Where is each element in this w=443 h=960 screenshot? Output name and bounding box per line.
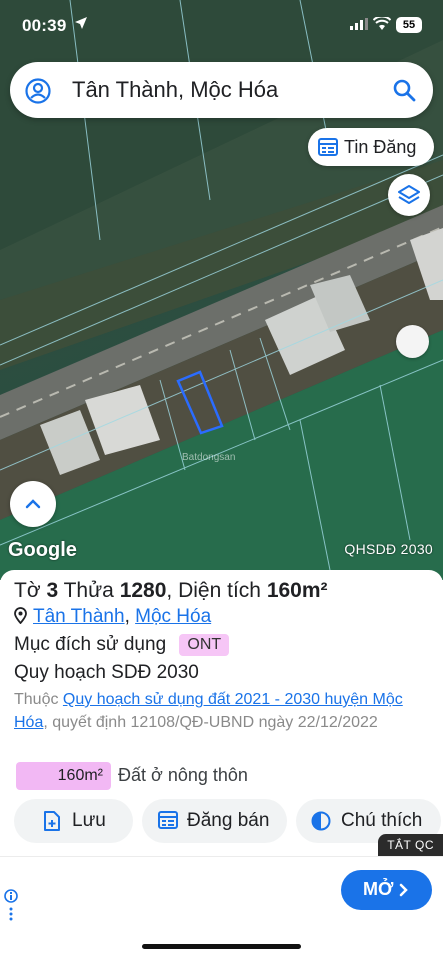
- location-pin-icon: [14, 607, 27, 624]
- account-icon[interactable]: [25, 78, 51, 104]
- layers-button[interactable]: [388, 174, 430, 216]
- legend-label: Chú thích: [341, 810, 423, 831]
- legend-swatch: 160m²: [16, 762, 111, 790]
- land-use-badge: ONT: [179, 634, 230, 656]
- post-sale-label: Đăng bán: [187, 810, 270, 831]
- post-sale-button[interactable]: Đăng bán: [142, 799, 287, 843]
- tin-dang-button[interactable]: Tin Đăng: [308, 128, 434, 166]
- add-document-icon: [44, 811, 60, 831]
- signal-icon: [350, 18, 368, 30]
- clock: 00:39: [22, 16, 67, 35]
- status-bar: 00:39 55: [0, 0, 443, 52]
- watermark: Batdongsan: [182, 452, 236, 463]
- save-button[interactable]: Lưu: [14, 799, 133, 843]
- district-link[interactable]: Mộc Hóa: [135, 606, 211, 627]
- ad-banner[interactable]: MỞ: [0, 856, 443, 924]
- search-bar[interactable]: Tân Thành, Mộc Hóa: [10, 62, 433, 118]
- hide-ads-button[interactable]: TẮT QC: [378, 834, 443, 856]
- home-indicator[interactable]: [142, 944, 301, 949]
- plan-description: Thuộc Quy hoạch sử dụng đất 2021 - 2030 …: [14, 691, 403, 731]
- ad-info-icon[interactable]: [4, 889, 18, 925]
- commune-link[interactable]: Tân Thành: [33, 606, 125, 627]
- map-view[interactable]: 00:39 55 Tân Thành, Mộc Hóa Tin Đăng Bat…: [0, 0, 443, 580]
- tin-dang-label: Tin Đăng: [344, 137, 417, 157]
- search-icon[interactable]: [392, 78, 416, 102]
- parcel-title: Tờ 3 Thửa 1280, Diện tích 160m²: [14, 579, 328, 602]
- wifi-icon: [373, 17, 391, 30]
- open-ad-label: MỞ: [363, 879, 394, 899]
- battery-indicator: 55: [396, 17, 422, 33]
- legend-label: Đất ở nông thôn: [118, 765, 248, 785]
- parcel-info-sheet: Tờ 3 Thửa 1280, Diện tích 160m² Tân Thàn…: [0, 570, 443, 855]
- location-arrow-icon: [75, 17, 87, 29]
- chevron-right-icon: [399, 883, 408, 897]
- land-use-purpose: Mục đích sử dụng ONT: [14, 634, 230, 656]
- calendar-list-icon: [158, 811, 178, 829]
- save-label: Lưu: [72, 810, 106, 831]
- google-logo: Google: [8, 539, 77, 561]
- map-control-dot[interactable]: [396, 325, 429, 358]
- contrast-icon: [311, 811, 331, 831]
- calendar-list-icon: [318, 138, 338, 156]
- layers-icon: [398, 185, 420, 204]
- search-query[interactable]: Tân Thành, Mộc Hóa: [72, 77, 278, 103]
- chevron-up-icon: [25, 499, 41, 509]
- plan-title: Quy hoạch SDĐ 2030: [14, 662, 199, 683]
- expand-up-button[interactable]: [10, 481, 56, 527]
- open-ad-button[interactable]: MỞ: [341, 870, 432, 910]
- map-layer-tag: QHSDĐ 2030: [344, 541, 433, 557]
- parcel-location: Tân Thành, Mộc Hóa: [14, 606, 211, 628]
